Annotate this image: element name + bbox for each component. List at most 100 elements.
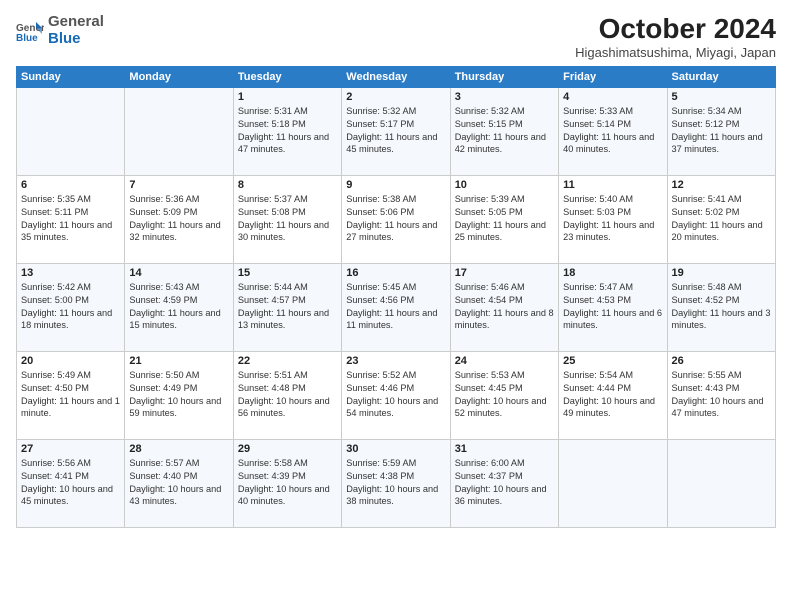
calendar-cell: 2 Sunrise: 5:32 AMSunset: 5:17 PMDaylight… xyxy=(342,87,450,175)
weekday-header: Wednesday xyxy=(342,66,450,87)
cell-info: Sunrise: 5:52 AMSunset: 4:46 PMDaylight:… xyxy=(346,369,445,421)
day-number: 27 xyxy=(21,443,120,455)
cell-info: Sunrise: 5:55 AMSunset: 4:43 PMDaylight:… xyxy=(672,369,771,421)
month-title: October 2024 xyxy=(575,14,776,45)
calendar-cell: 14 Sunrise: 5:43 AMSunset: 4:59 PMDayligh… xyxy=(125,263,233,351)
calendar-cell: 29Sunrise: 5:58 AMSunset: 4:39 PMDayligh… xyxy=(233,439,341,527)
cell-info: Sunrise: 5:44 AMSunset: 4:57 PMDaylight:… xyxy=(238,281,337,333)
cell-info: Sunrise: 5:42 AMSunset: 5:00 PMDaylight:… xyxy=(21,281,120,333)
cell-info: Sunrise: 5:43 AMSunset: 4:59 PMDaylight:… xyxy=(129,281,228,333)
calendar-page: General Blue General Blue October 2024 H… xyxy=(0,0,792,612)
cell-info: Sunrise: 5:49 AMSunset: 4:50 PMDaylight:… xyxy=(21,369,120,421)
day-number: 11 xyxy=(563,179,662,191)
cell-info: Sunrise: 5:40 AMSunset: 5:03 PMDaylight:… xyxy=(563,193,662,245)
weekday-header: Friday xyxy=(559,66,667,87)
calendar-cell: 8 Sunrise: 5:37 AMSunset: 5:08 PMDaylight… xyxy=(233,175,341,263)
day-number: 3 xyxy=(455,91,554,103)
cell-info: Sunrise: 5:35 AMSunset: 5:11 PMDaylight:… xyxy=(21,193,120,245)
week-row: 27 Sunrise: 5:56 AMSunset: 4:41 PMDayligh… xyxy=(17,439,776,527)
calendar-cell: 30 Sunrise: 5:59 AMSunset: 4:38 PMDayligh… xyxy=(342,439,450,527)
logo: General Blue General Blue xyxy=(16,14,104,47)
title-block: October 2024 Higashimatsushima, Miyagi, … xyxy=(575,14,776,60)
calendar-cell xyxy=(125,87,233,175)
day-number: 28 xyxy=(129,443,228,455)
day-number: 5 xyxy=(672,91,771,103)
week-row: 13Sunrise: 5:42 AMSunset: 5:00 PMDayligh… xyxy=(17,263,776,351)
cell-info: Sunrise: 5:56 AMSunset: 4:41 PMDaylight:… xyxy=(21,457,120,509)
logo-blue-text: Blue xyxy=(48,30,81,47)
calendar-cell: 3 Sunrise: 5:32 AMSunset: 5:15 PMDaylight… xyxy=(450,87,558,175)
calendar-table: SundayMondayTuesdayWednesdayThursdayFrid… xyxy=(16,66,776,528)
calendar-cell: 5 Sunrise: 5:34 AMSunset: 5:12 PMDaylight… xyxy=(667,87,775,175)
cell-info: Sunrise: 5:41 AMSunset: 5:02 PMDaylight:… xyxy=(672,193,771,245)
day-number: 12 xyxy=(672,179,771,191)
week-row: 6 Sunrise: 5:35 AMSunset: 5:11 PMDaylight… xyxy=(17,175,776,263)
day-number: 14 xyxy=(129,267,228,279)
day-number: 29 xyxy=(238,443,337,455)
day-number: 17 xyxy=(455,267,554,279)
day-number: 4 xyxy=(563,91,662,103)
calendar-cell: 16 Sunrise: 5:45 AMSunset: 4:56 PMDayligh… xyxy=(342,263,450,351)
weekday-header: Monday xyxy=(125,66,233,87)
day-number: 19 xyxy=(672,267,771,279)
svg-text:Blue: Blue xyxy=(16,33,38,42)
day-number: 6 xyxy=(21,179,120,191)
calendar-cell: 19 Sunrise: 5:48 AMSunset: 4:52 PMDayligh… xyxy=(667,263,775,351)
cell-info: Sunrise: 5:53 AMSunset: 4:45 PMDaylight:… xyxy=(455,369,554,421)
cell-info: Sunrise: 6:00 AMSunset: 4:37 PMDaylight:… xyxy=(455,457,554,509)
calendar-cell: 4 Sunrise: 5:33 AMSunset: 5:14 PMDaylight… xyxy=(559,87,667,175)
day-number: 10 xyxy=(455,179,554,191)
location: Higashimatsushima, Miyagi, Japan xyxy=(575,45,776,60)
calendar-cell xyxy=(667,439,775,527)
cell-info: Sunrise: 5:38 AMSunset: 5:06 PMDaylight:… xyxy=(346,193,445,245)
cell-info: Sunrise: 5:33 AMSunset: 5:14 PMDaylight:… xyxy=(563,105,662,157)
cell-info: Sunrise: 5:59 AMSunset: 4:38 PMDaylight:… xyxy=(346,457,445,509)
cell-info: Sunrise: 5:47 AMSunset: 4:53 PMDaylight:… xyxy=(563,281,662,333)
cell-info: Sunrise: 5:45 AMSunset: 4:56 PMDaylight:… xyxy=(346,281,445,333)
calendar-cell: 11 Sunrise: 5:40 AMSunset: 5:03 PMDayligh… xyxy=(559,175,667,263)
weekday-header: Thursday xyxy=(450,66,558,87)
day-number: 7 xyxy=(129,179,228,191)
calendar-cell xyxy=(559,439,667,527)
cell-info: Sunrise: 5:32 AMSunset: 5:15 PMDaylight:… xyxy=(455,105,554,157)
header: General Blue General Blue October 2024 H… xyxy=(16,14,776,60)
calendar-cell: 22 Sunrise: 5:51 AMSunset: 4:48 PMDayligh… xyxy=(233,351,341,439)
calendar-cell: 21 Sunrise: 5:50 AMSunset: 4:49 PMDayligh… xyxy=(125,351,233,439)
cell-info: Sunrise: 5:34 AMSunset: 5:12 PMDaylight:… xyxy=(672,105,771,157)
calendar-cell: 31 Sunrise: 6:00 AMSunset: 4:37 PMDayligh… xyxy=(450,439,558,527)
cell-info: Sunrise: 5:51 AMSunset: 4:48 PMDaylight:… xyxy=(238,369,337,421)
cell-info: Sunrise: 5:32 AMSunset: 5:17 PMDaylight:… xyxy=(346,105,445,157)
day-number: 30 xyxy=(346,443,445,455)
day-number: 18 xyxy=(563,267,662,279)
day-number: 24 xyxy=(455,355,554,367)
calendar-cell: 24 Sunrise: 5:53 AMSunset: 4:45 PMDayligh… xyxy=(450,351,558,439)
calendar-cell: 25Sunrise: 5:54 AMSunset: 4:44 PMDayligh… xyxy=(559,351,667,439)
calendar-cell: 12 Sunrise: 5:41 AMSunset: 5:02 PMDayligh… xyxy=(667,175,775,263)
cell-info: Sunrise: 5:39 AMSunset: 5:05 PMDaylight:… xyxy=(455,193,554,245)
calendar-cell: 13Sunrise: 5:42 AMSunset: 5:00 PMDayligh… xyxy=(17,263,125,351)
logo-general-text: General xyxy=(48,13,104,30)
logo-icon: General Blue xyxy=(16,20,44,42)
calendar-cell: 20Sunrise: 5:49 AMSunset: 4:50 PMDayligh… xyxy=(17,351,125,439)
calendar-cell: 15 Sunrise: 5:44 AMSunset: 4:57 PMDayligh… xyxy=(233,263,341,351)
day-number: 2 xyxy=(346,91,445,103)
calendar-cell xyxy=(17,87,125,175)
calendar-cell: 26Sunrise: 5:55 AMSunset: 4:43 PMDayligh… xyxy=(667,351,775,439)
day-number: 16 xyxy=(346,267,445,279)
day-number: 15 xyxy=(238,267,337,279)
calendar-cell: 1Sunrise: 5:31 AMSunset: 5:18 PMDaylight… xyxy=(233,87,341,175)
week-row: 20Sunrise: 5:49 AMSunset: 4:50 PMDayligh… xyxy=(17,351,776,439)
weekday-header: Saturday xyxy=(667,66,775,87)
week-row: 1Sunrise: 5:31 AMSunset: 5:18 PMDaylight… xyxy=(17,87,776,175)
cell-info: Sunrise: 5:37 AMSunset: 5:08 PMDaylight:… xyxy=(238,193,337,245)
day-number: 31 xyxy=(455,443,554,455)
day-number: 8 xyxy=(238,179,337,191)
calendar-cell: 9Sunrise: 5:38 AMSunset: 5:06 PMDaylight… xyxy=(342,175,450,263)
day-number: 22 xyxy=(238,355,337,367)
day-number: 21 xyxy=(129,355,228,367)
cell-info: Sunrise: 5:50 AMSunset: 4:49 PMDaylight:… xyxy=(129,369,228,421)
calendar-cell: 27 Sunrise: 5:56 AMSunset: 4:41 PMDayligh… xyxy=(17,439,125,527)
cell-info: Sunrise: 5:48 AMSunset: 4:52 PMDaylight:… xyxy=(672,281,771,333)
day-number: 25 xyxy=(563,355,662,367)
day-number: 1 xyxy=(238,91,337,103)
